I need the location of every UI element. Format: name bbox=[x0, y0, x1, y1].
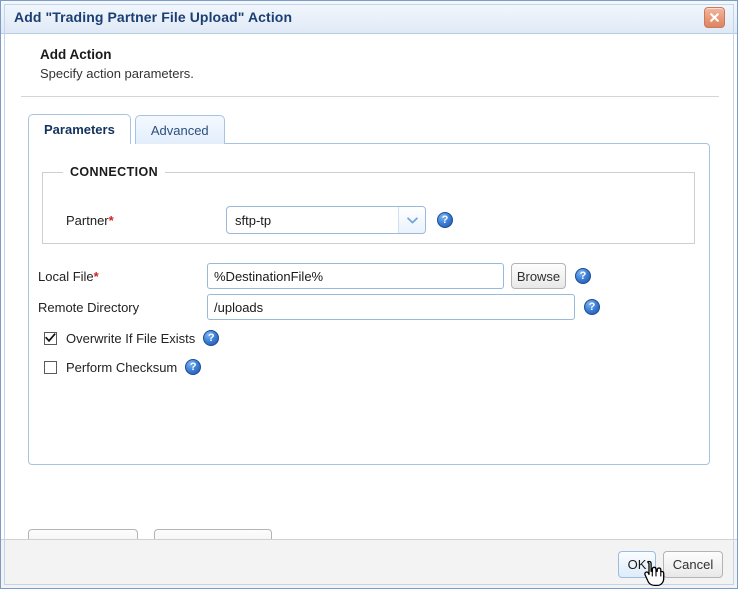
remote-directory-label-text: Remote Directory bbox=[38, 300, 139, 315]
dialog-title: Add "Trading Partner File Upload" Action bbox=[14, 9, 292, 25]
dialog-titlebar: Add "Trading Partner File Upload" Action bbox=[1, 1, 737, 34]
overwrite-help-icon[interactable]: ? bbox=[203, 330, 219, 346]
partner-required-marker: * bbox=[109, 213, 114, 228]
remote-directory-row: Remote Directory ? bbox=[38, 294, 698, 320]
remote-directory-help-icon[interactable]: ? bbox=[584, 299, 600, 315]
browse-button[interactable]: Browse bbox=[511, 263, 566, 289]
header-block: Add Action Specify action parameters. bbox=[1, 34, 719, 91]
checksum-checkbox-label: Perform Checksum bbox=[66, 360, 177, 375]
local-file-row: Local File* Browse ? bbox=[38, 263, 698, 289]
browse-button-label: Browse bbox=[517, 269, 560, 284]
dialog-body: Add Action Specify action parameters. Pa… bbox=[1, 34, 737, 539]
panel-action-buttons: Add Variable Add Function bbox=[28, 529, 272, 539]
cancel-button-label: Cancel bbox=[673, 557, 713, 572]
local-file-help-icon[interactable]: ? bbox=[575, 268, 591, 284]
remote-directory-input[interactable] bbox=[207, 294, 575, 320]
partner-select[interactable]: sftp-tp bbox=[226, 206, 426, 234]
tab-panel-parameters: CONNECTION Partner* sftp-tp ? bbox=[28, 143, 710, 465]
tab-advanced[interactable]: Advanced bbox=[135, 115, 225, 144]
overwrite-checkbox-row: Overwrite If File Exists ? bbox=[44, 330, 219, 346]
connection-legend: CONNECTION bbox=[63, 165, 165, 179]
dialog-footer: OK Cancel bbox=[1, 539, 737, 588]
partner-help-icon[interactable]: ? bbox=[437, 212, 453, 228]
local-file-required-marker: * bbox=[94, 269, 99, 284]
partner-select-value: sftp-tp bbox=[227, 213, 398, 228]
overwrite-checkbox-label: Overwrite If File Exists bbox=[66, 331, 195, 346]
add-action-dialog: Add "Trading Partner File Upload" Action… bbox=[0, 0, 738, 589]
ok-button[interactable]: OK bbox=[618, 551, 656, 578]
ok-button-label: OK bbox=[628, 557, 647, 572]
local-file-label: Local File* bbox=[38, 269, 207, 284]
local-file-label-text: Local File bbox=[38, 269, 94, 284]
chevron-down-icon[interactable] bbox=[398, 207, 425, 233]
tabstrip: Parameters Advanced bbox=[28, 114, 737, 144]
page-subtitle: Specify action parameters. bbox=[40, 65, 719, 83]
add-variable-button[interactable]: Add Variable bbox=[28, 529, 138, 539]
tab-parameters-label: Parameters bbox=[44, 122, 115, 137]
local-file-input[interactable] bbox=[207, 263, 504, 289]
page-title: Add Action bbox=[40, 46, 719, 64]
cancel-button[interactable]: Cancel bbox=[663, 551, 723, 578]
remote-directory-label: Remote Directory bbox=[38, 300, 207, 315]
overwrite-checkbox[interactable] bbox=[44, 332, 57, 345]
checksum-checkbox[interactable] bbox=[44, 361, 57, 374]
tab-parameters[interactable]: Parameters bbox=[28, 114, 131, 144]
checksum-help-icon[interactable]: ? bbox=[185, 359, 201, 375]
close-icon[interactable] bbox=[704, 7, 725, 28]
add-function-button[interactable]: Add Function bbox=[154, 529, 272, 539]
header-divider bbox=[21, 96, 719, 97]
tab-advanced-label: Advanced bbox=[151, 123, 209, 138]
partner-label-text: Partner bbox=[66, 213, 109, 228]
partner-label: Partner* bbox=[66, 213, 226, 228]
checksum-checkbox-row: Perform Checksum ? bbox=[44, 359, 201, 375]
partner-row: Partner* sftp-tp ? bbox=[66, 206, 706, 234]
